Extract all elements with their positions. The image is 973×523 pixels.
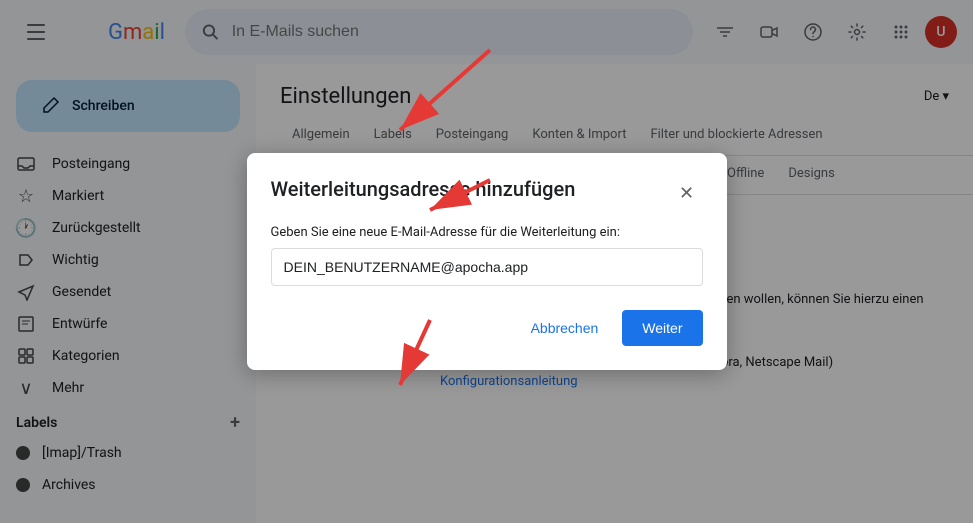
dialog-close-button[interactable]: ✕ xyxy=(671,177,703,209)
dialog-overlay: Weiterleitungsadresse hinzufügen ✕ Geben… xyxy=(0,0,973,523)
dialog-title: Weiterleitungsadresse hinzufügen ✕ xyxy=(271,177,703,209)
cancel-button[interactable]: Abbrechen xyxy=(515,310,615,346)
submit-button[interactable]: Weiter xyxy=(622,310,702,346)
dialog-actions: Abbrechen Weiter xyxy=(271,310,703,346)
dialog-label: Geben Sie eine neue E-Mail-Adresse für d… xyxy=(271,225,703,240)
dialog: Weiterleitungsadresse hinzufügen ✕ Geben… xyxy=(247,153,727,370)
email-input[interactable] xyxy=(271,248,703,286)
